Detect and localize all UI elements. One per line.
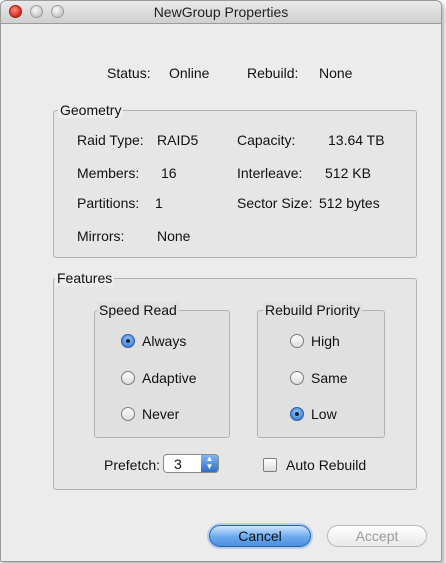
- sector-size-label: Sector Size:: [237, 195, 313, 211]
- speed-read-never-radio[interactable]: [121, 407, 135, 421]
- raid-type-value: RAID5: [157, 132, 199, 148]
- properties-window: NewGroup Properties Status: Online Rebui…: [0, 0, 442, 562]
- rebuild-priority-same-label[interactable]: Same: [311, 370, 348, 386]
- mirrors-value: None: [157, 228, 191, 244]
- partitions-label: Partitions:: [77, 195, 140, 211]
- speed-read-adaptive-label[interactable]: Adaptive: [142, 370, 196, 386]
- speed-read-always-radio[interactable]: [121, 334, 135, 348]
- rebuild-priority-low-label[interactable]: Low: [311, 406, 337, 422]
- speed-read-adaptive-radio[interactable]: [121, 371, 135, 385]
- accept-button[interactable]: Accept: [327, 525, 427, 547]
- rebuild-value: None: [319, 65, 353, 81]
- partitions-value: 1: [155, 195, 163, 211]
- status-value: Online: [169, 65, 210, 81]
- members-value: 16: [161, 165, 177, 181]
- window-title: NewGroup Properties: [153, 4, 289, 20]
- status-label: Status:: [107, 65, 151, 81]
- auto-rebuild-label[interactable]: Auto Rebuild: [286, 457, 366, 473]
- capacity-label: Capacity:: [237, 132, 296, 148]
- interleave-value: 512 KB: [325, 165, 371, 181]
- raid-type-label: Raid Type:: [77, 132, 144, 148]
- auto-rebuild-checkbox[interactable]: [263, 458, 277, 472]
- prefetch-value: 3: [174, 456, 182, 472]
- prefetch-stepper[interactable]: 3 ▲ ▼: [163, 454, 219, 473]
- cancel-button[interactable]: Cancel: [209, 525, 311, 547]
- rebuild-priority-high-radio[interactable]: [290, 334, 304, 348]
- speed-read-never-label[interactable]: Never: [142, 406, 179, 422]
- capacity-value: 13.64 TB: [328, 132, 385, 148]
- rebuild-priority-low-radio[interactable]: [290, 407, 304, 421]
- interleave-label: Interleave:: [237, 165, 303, 181]
- geometry-legend: Geometry: [58, 102, 124, 118]
- speed-read-legend: Speed Read: [97, 302, 179, 318]
- speed-read-always-label[interactable]: Always: [142, 333, 186, 349]
- rebuild-priority-high-label[interactable]: High: [311, 333, 340, 349]
- prefetch-label: Prefetch:: [104, 457, 161, 473]
- rebuild-label: Rebuild:: [247, 65, 299, 81]
- title-bar: NewGroup Properties: [1, 1, 441, 24]
- stepper-arrows-icon[interactable]: ▲ ▼: [201, 455, 218, 472]
- rebuild-priority-legend: Rebuild Priority: [263, 302, 362, 318]
- rebuild-priority-same-radio[interactable]: [290, 371, 304, 385]
- mirrors-label: Mirrors:: [77, 228, 125, 244]
- features-legend: Features: [55, 270, 115, 286]
- members-label: Members:: [77, 165, 140, 181]
- sector-size-value: 512 bytes: [319, 195, 380, 211]
